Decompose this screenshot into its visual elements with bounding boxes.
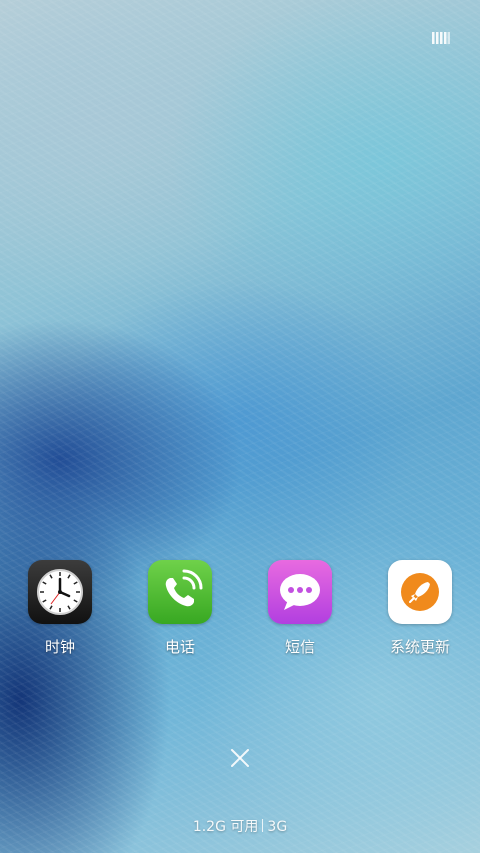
app-label: 电话: [164, 638, 195, 656]
memory-status: 1.2G 可用 3G: [0, 816, 480, 836]
app-phone[interactable]: 电话: [125, 560, 235, 657]
app-label: 系统更新: [389, 638, 450, 656]
memory-total: 3G: [267, 819, 288, 835]
phone-icon: [148, 560, 212, 624]
recent-apps-row: 时钟 电话 短信 系统更新: [0, 560, 480, 660]
close-icon[interactable]: [226, 744, 254, 772]
wallpaper: [0, 0, 480, 853]
app-messages[interactable]: 短信: [245, 560, 355, 657]
system-update-icon: [388, 560, 452, 624]
message-icon: [268, 560, 332, 624]
memory-available: 1.2G 可用: [192, 819, 259, 835]
recent-apps-screen: 时钟 电话 短信 系统更新 1.2G 可用 3G: [0, 0, 480, 853]
memory-divider: [262, 819, 264, 832]
recent-apps-icon[interactable]: [432, 31, 450, 45]
app-clock[interactable]: 时钟: [5, 560, 115, 657]
app-label: 时钟: [44, 638, 75, 656]
app-system-update[interactable]: 系统更新: [365, 560, 475, 657]
clock-icon: [28, 560, 92, 624]
app-label: 短信: [284, 638, 315, 656]
